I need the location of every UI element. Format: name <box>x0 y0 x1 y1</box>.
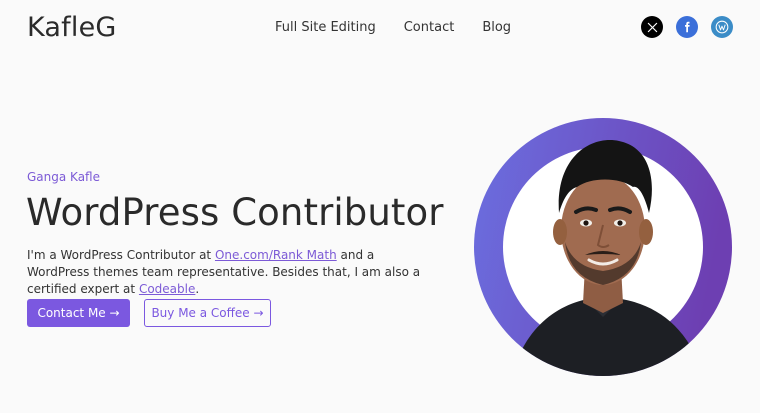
x-icon[interactable] <box>641 16 663 38</box>
nav-item-contact[interactable]: Contact <box>404 20 455 35</box>
page-title: WordPress Contributor <box>26 191 444 234</box>
buy-me-a-coffee-button[interactable]: Buy Me a Coffee → <box>144 299 271 327</box>
main-nav: Full Site Editing Contact Blog <box>275 20 539 35</box>
profile-photo <box>473 117 733 377</box>
bio-part-3: . <box>195 282 200 296</box>
nav-item-blog[interactable]: Blog <box>482 20 511 35</box>
site-logo[interactable]: KafleG <box>27 12 117 43</box>
site-header: KafleG Full Site Editing Contact Blog <box>0 0 760 56</box>
codeable-link[interactable]: Codeable <box>139 282 195 296</box>
onecom-rankmath-link[interactable]: One.com/Rank Math <box>215 248 337 262</box>
bio-text: I'm a WordPress Contributor at One.com/R… <box>27 247 427 298</box>
nav-item-full-site-editing[interactable]: Full Site Editing <box>275 20 376 35</box>
author-name: Ganga Kafle <box>27 170 100 184</box>
facebook-icon[interactable] <box>676 16 698 38</box>
wordpress-icon[interactable] <box>711 16 733 38</box>
bio-part-1: I'm a WordPress Contributor at <box>27 248 215 262</box>
social-links <box>628 16 733 38</box>
contact-me-button[interactable]: Contact Me → <box>27 299 130 327</box>
